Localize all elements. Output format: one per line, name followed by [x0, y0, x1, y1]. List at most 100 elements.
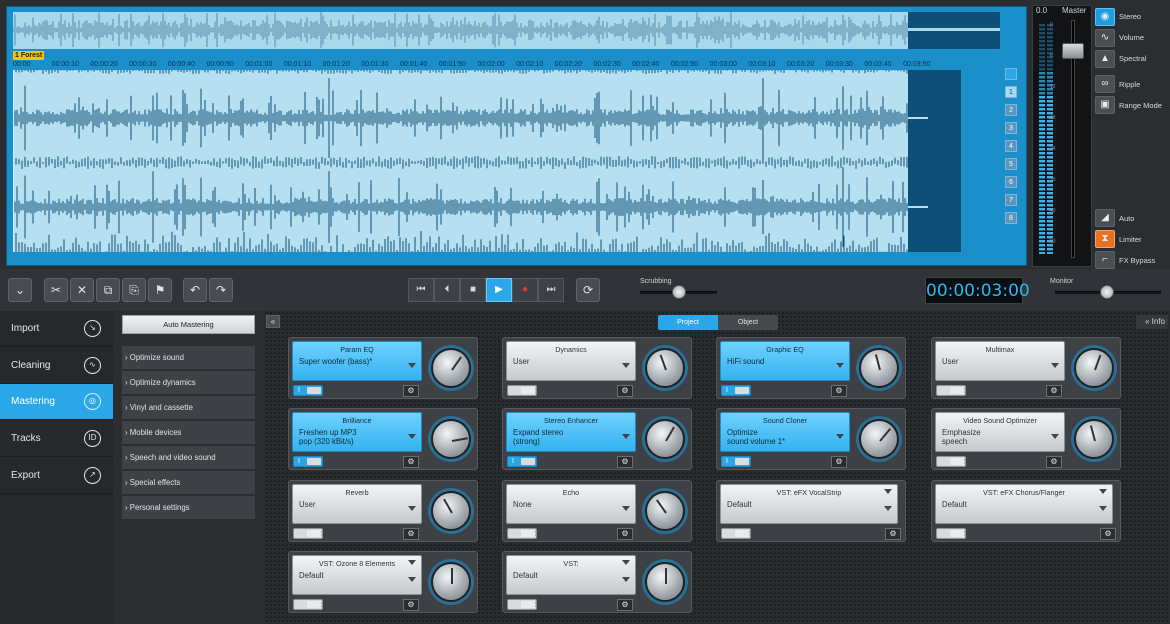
main-waveform[interactable]: [12, 70, 961, 252]
fx-power-toggle[interactable]: [507, 599, 537, 610]
fx-preset-select[interactable]: VST: Default: [506, 555, 636, 595]
stop-button[interactable]: ■: [460, 278, 486, 302]
master-fader-knob[interactable]: [1062, 43, 1084, 59]
fx-preset-select[interactable]: Dynamics User: [506, 341, 636, 381]
fx-amount-knob[interactable]: [645, 348, 685, 388]
delete-button[interactable]: ✕: [70, 278, 94, 302]
track-number[interactable]: 2: [1005, 104, 1017, 116]
tab-project[interactable]: Project: [658, 315, 718, 330]
fx-settings-button[interactable]: ⚙: [1046, 385, 1062, 397]
mastering-category[interactable]: › Personal settings: [122, 496, 255, 520]
nav-item-mastering[interactable]: Mastering ◎: [0, 384, 113, 421]
track-view-icon[interactable]: [1005, 68, 1017, 80]
fx-amount-knob[interactable]: [859, 419, 899, 459]
fx-settings-button[interactable]: ⚙: [885, 528, 901, 540]
track-number[interactable]: 8: [1005, 212, 1017, 224]
fx-preset-select[interactable]: Sound Cloner Optimize sound volume 1*: [720, 412, 850, 452]
fx-preset-select[interactable]: VST: Ozone 8 Elements Default: [292, 555, 422, 595]
nav-item-cleaning[interactable]: Cleaning ∿: [0, 348, 113, 384]
waveform-scrollbar[interactable]: [13, 253, 1000, 263]
fx-amount-knob[interactable]: [645, 562, 685, 602]
skip-to-end-button[interactable]: ⏭: [538, 278, 564, 302]
auto-button[interactable]: ◢: [1095, 209, 1115, 227]
auto-mastering-button[interactable]: Auto Mastering: [122, 315, 255, 334]
track-number[interactable]: 4: [1005, 140, 1017, 152]
fx-power-toggle[interactable]: [721, 528, 751, 539]
track-marker[interactable]: 1 Forest: [13, 51, 45, 60]
fx-preset-select[interactable]: Param EQ Super woofer (bass)*: [292, 341, 422, 381]
time-ruler[interactable]: 00:00 00:00:10 00:00:20 00:00:30 00:00:40 00:…: [13, 61, 1000, 70]
fx-power-toggle[interactable]: I: [293, 456, 323, 467]
spectral-view-button[interactable]: ▲: [1095, 50, 1115, 68]
fx-settings-button[interactable]: ⚙: [617, 528, 633, 540]
fx-amount-knob[interactable]: [431, 348, 471, 388]
fx-amount-knob[interactable]: [431, 491, 471, 531]
fx-power-toggle[interactable]: [936, 456, 966, 467]
fx-preset-select[interactable]: Stereo Enhancer Expand stereo (strong): [506, 412, 636, 452]
volume-view-button[interactable]: ∿: [1095, 29, 1115, 47]
skip-to-start-button[interactable]: ⏮: [408, 278, 434, 302]
stereo-view-button[interactable]: ◉: [1095, 8, 1115, 26]
record-button[interactable]: ●: [512, 278, 538, 302]
copy-button[interactable]: ⧉: [96, 278, 120, 302]
limiter-button[interactable]: ⧗: [1095, 230, 1115, 248]
fx-preset-select[interactable]: Reverb User: [292, 484, 422, 524]
track-number[interactable]: 6: [1005, 176, 1017, 188]
overview-waveform[interactable]: [12, 12, 1000, 49]
fx-power-toggle[interactable]: I: [721, 456, 751, 467]
fx-power-toggle[interactable]: [293, 528, 323, 539]
fx-settings-button[interactable]: ⚙: [1100, 528, 1116, 540]
cut-button[interactable]: ✂: [44, 278, 68, 302]
previous-marker-button[interactable]: ⏴: [434, 278, 460, 302]
fx-settings-button[interactable]: ⚙: [403, 456, 419, 468]
range-mode-button[interactable]: ▣: [1095, 96, 1115, 114]
fx-power-toggle[interactable]: I: [507, 456, 537, 467]
track-number[interactable]: 1: [1005, 86, 1017, 98]
track-number[interactable]: 5: [1005, 158, 1017, 170]
scrubbing-slider-knob[interactable]: [672, 285, 686, 299]
fx-amount-knob[interactable]: [645, 491, 685, 531]
ripple-button[interactable]: ∞: [1095, 75, 1115, 93]
fx-power-toggle[interactable]: I: [293, 385, 323, 396]
fx-power-toggle[interactable]: [936, 385, 966, 396]
play-button[interactable]: ▶: [486, 278, 512, 302]
fx-settings-button[interactable]: ⚙: [403, 599, 419, 611]
fx-preset-select[interactable]: Echo None: [506, 484, 636, 524]
fx-preset-select[interactable]: Video Sound Optimizer Emphasize speech: [935, 412, 1065, 452]
fx-settings-button[interactable]: ⚙: [831, 456, 847, 468]
mastering-category[interactable]: › Optimize dynamics: [122, 371, 255, 395]
redo-button[interactable]: ↷: [209, 278, 233, 302]
fx-settings-button[interactable]: ⚙: [617, 599, 633, 611]
fx-settings-button[interactable]: ⚙: [617, 456, 633, 468]
collapse-panel-button[interactable]: «: [266, 315, 280, 328]
fx-amount-knob[interactable]: [859, 348, 899, 388]
mastering-category[interactable]: › Special effects: [122, 471, 255, 495]
mastering-category[interactable]: › Vinyl and cassette: [122, 396, 255, 420]
nav-item-tracks[interactable]: Tracks ID: [0, 421, 113, 458]
fx-settings-button[interactable]: ⚙: [403, 528, 419, 540]
nav-item-export[interactable]: Export ↗: [0, 458, 113, 494]
fx-preset-select[interactable]: Multimax User: [935, 341, 1065, 381]
fx-preset-select[interactable]: VST: eFX VocalStrip Default: [720, 484, 898, 524]
fx-preset-select[interactable]: Graphic EQ HiFi sound: [720, 341, 850, 381]
track-number[interactable]: 3: [1005, 122, 1017, 134]
fx-power-toggle[interactable]: [936, 528, 966, 539]
mastering-category[interactable]: › Optimize sound: [122, 346, 255, 370]
tab-object[interactable]: Object: [718, 315, 778, 330]
loop-button[interactable]: ⟳: [576, 278, 600, 302]
mastering-category[interactable]: › Speech and video sound: [122, 446, 255, 470]
fx-amount-knob[interactable]: [431, 562, 471, 602]
fx-bypass-button[interactable]: ⌐: [1095, 251, 1115, 269]
fx-settings-button[interactable]: ⚙: [831, 385, 847, 397]
fx-power-toggle[interactable]: I: [721, 385, 751, 396]
fx-amount-knob[interactable]: [1074, 348, 1114, 388]
fx-power-toggle[interactable]: [507, 385, 537, 396]
fx-preset-select[interactable]: VST: eFX Chorus/Flanger Default: [935, 484, 1113, 524]
fx-settings-button[interactable]: ⚙: [617, 385, 633, 397]
fx-preset-select[interactable]: Brilliance Freshen up MP3 pop (320 kBit/s…: [292, 412, 422, 452]
mastering-category[interactable]: › Mobile devices: [122, 421, 255, 445]
monitor-slider-knob[interactable]: [1100, 285, 1114, 299]
nav-item-import[interactable]: Import ↘: [0, 311, 113, 347]
fx-power-toggle[interactable]: [293, 599, 323, 610]
fx-amount-knob[interactable]: [645, 419, 685, 459]
